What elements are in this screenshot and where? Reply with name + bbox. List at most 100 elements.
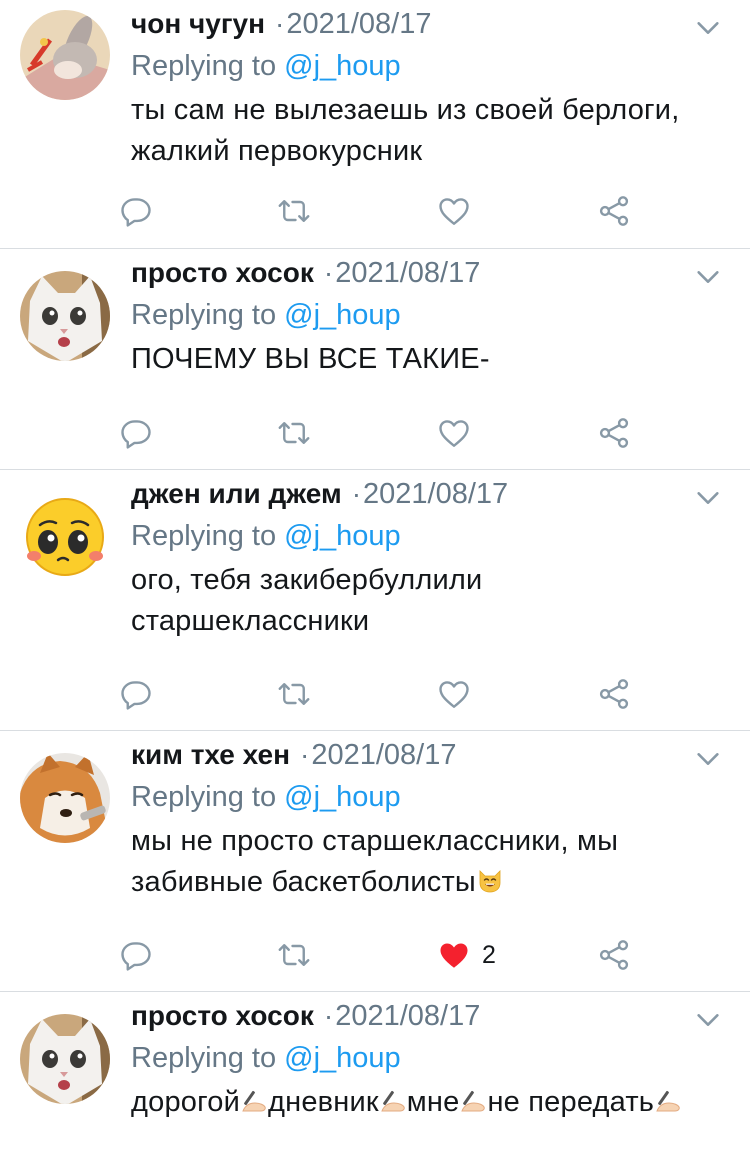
tweet-text: ПОЧЕМУ ВЫ ВСЕ ТАКИЕ- [131,339,731,380]
replying-to-label: Replying to [131,520,277,552]
like-icon [436,193,472,229]
tweet-text-segment: мне [406,1086,460,1118]
grinning-cat-emoji [476,867,504,895]
reply-handle-link[interactable]: @j_houp [284,1042,401,1074]
replying-to: Replying to @j_houp [131,781,401,814]
separator: · [300,739,310,770]
like-button[interactable]: 2 [436,937,496,973]
share-button[interactable] [596,937,632,973]
tweet-header: просто хосок · 2021/08/17 [131,257,480,290]
tweet[interactable]: чон чугун · 2021/08/17 Replying to @j_ho… [0,0,750,249]
tweet-text: мы не просто старшеклассники, мы забивны… [131,821,731,903]
cat-avatar [20,1014,110,1104]
display-name[interactable]: джен или джем [131,478,342,510]
reply-handle-link[interactable]: @j_houp [284,50,401,82]
separator: · [323,257,334,288]
reply-handle-link[interactable]: @j_houp [284,299,401,331]
share-icon [596,937,632,973]
like-icon [436,415,472,451]
separator: · [351,478,362,509]
retweet-button[interactable] [276,193,312,229]
retweet-button[interactable] [276,937,312,973]
reply-icon [118,676,154,712]
writing-hand-emoji [379,1087,407,1115]
retweet-icon [276,937,312,973]
tweet-text-line: ПОЧЕМУ ВЫ ВСЕ ТАКИЕ- [131,343,490,375]
writing-hand-emoji [654,1087,682,1115]
writing-hand-emoji [459,1087,487,1115]
tweet-text-segment: дневник [267,1086,379,1118]
timestamp[interactable]: 2021/08/17 [335,257,480,290]
tweet-header: ким тхе хен · 2021/08/17 [131,739,457,772]
avatar[interactable] [20,271,110,361]
like-icon [436,937,472,973]
retweet-icon [276,415,312,451]
cat-avatar [20,271,110,361]
reply-button[interactable] [118,193,154,229]
separator: · [275,8,285,39]
share-button[interactable] [596,415,632,451]
avatar[interactable] [20,753,110,843]
reply-handle-link[interactable]: @j_houp [284,781,401,813]
reply-handle-link[interactable]: @j_houp [284,520,401,552]
tweet-header: просто хосок · 2021/08/17 [131,1000,480,1033]
reply-icon [118,415,154,451]
replying-to: Replying to @j_houp [131,1042,401,1075]
action-bar: 2 [118,937,638,977]
share-button[interactable] [596,676,632,712]
replying-to: Replying to @j_houp [131,50,401,83]
share-icon [596,193,632,229]
like-button[interactable] [436,415,472,451]
tweet-text-line: старшеклассники [131,605,370,637]
display-name[interactable]: просто хосок [131,1000,314,1032]
replying-to-label: Replying to [131,1042,277,1074]
chevron-down-icon[interactable] [694,484,722,512]
tweet-text: дорогой дневник мне не передать [131,1082,731,1123]
tweet-text-segment: забивные баскетболисты [131,866,476,898]
dog-avatar [20,753,110,843]
like-icon [436,676,472,712]
like-button[interactable] [436,193,472,229]
tweet[interactable]: просто хосок · 2021/08/17 Replying to @j… [0,992,750,1156]
avatar[interactable] [20,492,110,582]
retweet-button[interactable] [276,676,312,712]
tweet[interactable]: джен или джем · 2021/08/17 Replying to @… [0,470,750,731]
replying-to: Replying to @j_houp [131,520,401,553]
timestamp[interactable]: 2021/08/17 [363,478,508,511]
action-bar [118,415,638,455]
tweet[interactable]: ким тхе хен · 2021/08/17 Replying to @j_… [0,731,750,992]
tweet-text: ого, тебя закибербуллили старшеклассники [131,560,731,642]
tweet-text-line: ты сам не вылезаешь из своей берлоги, [131,94,680,126]
tweet-text-segment: не передать [487,1086,655,1118]
tweet-text-segment: дорогой [131,1086,240,1118]
reply-button[interactable] [118,937,154,973]
action-bar [118,193,638,233]
avatar[interactable] [20,10,110,100]
tweet-text-line: ого, тебя закибербуллили [131,564,483,596]
tweet[interactable]: просто хосок · 2021/08/17 Replying to @j… [0,249,750,470]
avatar[interactable] [20,1014,110,1104]
replying-to-label: Replying to [131,50,277,82]
timestamp[interactable]: 2021/08/17 [335,1000,480,1033]
chevron-down-icon[interactable] [694,263,722,291]
display-name[interactable]: ким тхе хен [131,739,290,771]
like-button[interactable] [436,676,472,712]
share-button[interactable] [596,193,632,229]
separator: · [323,1000,334,1031]
chevron-down-icon[interactable] [694,1006,722,1034]
bunny-avatar [20,10,110,100]
reply-button[interactable] [118,415,154,451]
chevron-down-icon[interactable] [694,14,722,42]
action-bar [118,676,638,716]
timestamp[interactable]: 2021/08/17 [286,8,431,41]
tweet-text-line: жалкий первокурсник [131,135,423,167]
replying-to-label: Replying to [131,781,277,813]
like-count: 2 [482,940,496,969]
reply-button[interactable] [118,676,154,712]
display-name[interactable]: просто хосок [131,257,314,289]
timestamp[interactable]: 2021/08/17 [311,739,456,772]
retweet-icon [276,193,312,229]
retweet-button[interactable] [276,415,312,451]
display-name[interactable]: чон чугун [131,8,265,40]
chevron-down-icon[interactable] [694,745,722,773]
